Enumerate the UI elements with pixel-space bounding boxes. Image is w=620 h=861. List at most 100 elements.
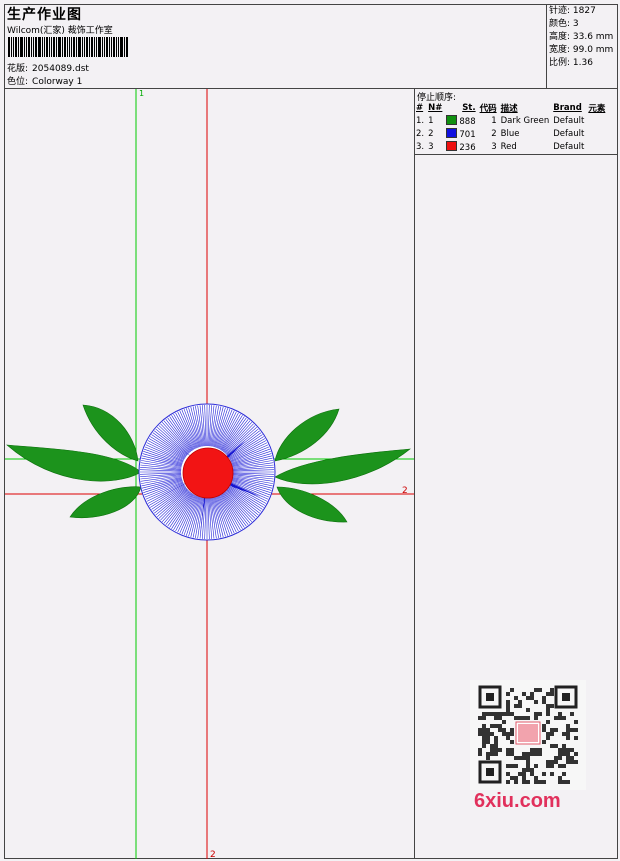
qr-module	[526, 708, 530, 712]
qr-module	[526, 768, 530, 772]
barcode-bar	[49, 37, 50, 57]
qr-module	[534, 748, 538, 752]
colorway-row: 色位: Colorway 1	[7, 74, 82, 87]
qr-module	[506, 752, 510, 756]
qr-module	[554, 744, 558, 748]
qr-module	[506, 772, 510, 776]
design-file-value: 2054089.dst	[32, 64, 89, 74]
watermark-brand: 6xiu.com	[474, 790, 561, 812]
qr-module	[538, 752, 542, 756]
barcode-bar	[126, 37, 128, 57]
leaf-low-right	[276, 486, 348, 523]
qr-module	[522, 752, 526, 756]
barcode-bar	[20, 37, 23, 57]
barcode-bar	[98, 37, 101, 57]
colorway-value: Colorway 1	[32, 77, 83, 87]
qr-module	[498, 724, 502, 728]
barcode-bar	[84, 37, 85, 57]
barcode-bar	[26, 37, 27, 57]
qr-module	[494, 724, 498, 728]
qr-module	[514, 704, 518, 708]
row-stitches: 701	[445, 127, 478, 140]
qr-module	[510, 740, 514, 744]
qr-module	[494, 716, 498, 720]
qr-module	[566, 760, 570, 764]
qr-module	[546, 764, 550, 768]
qr-module	[490, 748, 494, 752]
qr-module	[482, 728, 486, 732]
barcode-bar	[62, 37, 63, 57]
qr-module	[550, 732, 554, 736]
qr-module	[486, 732, 490, 736]
qr-module	[502, 720, 506, 724]
qr-module	[570, 760, 574, 764]
qr-module	[534, 716, 538, 720]
barcode-bar	[35, 37, 37, 57]
qr-module	[558, 716, 562, 720]
qr-module	[570, 712, 574, 716]
studio-name: Wilcom(汇家) 裁饰工作室	[7, 26, 113, 36]
qr-module	[510, 748, 514, 752]
qr-module	[558, 756, 562, 760]
color-swatch	[446, 127, 458, 138]
qr-module	[478, 732, 482, 736]
qr-module	[482, 716, 486, 720]
barcode-bar	[124, 37, 125, 57]
qr-module	[574, 760, 578, 764]
leaf-low-left	[69, 486, 142, 519]
barcode-bar	[31, 37, 32, 57]
barcode-bar	[8, 37, 10, 57]
stamp-logo-fill	[518, 724, 538, 742]
barcode-bar	[51, 37, 52, 57]
qr-module	[574, 728, 578, 732]
qr-module	[518, 772, 522, 776]
qr-module	[494, 748, 498, 752]
qr-module	[554, 760, 558, 764]
qr-module	[486, 740, 490, 744]
barcode-bar	[11, 37, 12, 57]
barcode-bar	[120, 37, 123, 57]
barcode-bar	[13, 37, 14, 57]
qr-module	[546, 720, 550, 724]
qr-module	[538, 712, 542, 716]
qr-module	[486, 728, 490, 732]
design-height: 高度: 33.6 mm	[549, 32, 614, 42]
qr-module	[558, 780, 562, 784]
barcode-bar	[71, 37, 72, 57]
qr-module	[570, 748, 574, 752]
barcode-bar	[73, 37, 75, 57]
qr-module	[534, 780, 538, 784]
qr-module	[546, 736, 550, 740]
qr-module	[490, 724, 494, 728]
barcode-bar	[104, 37, 105, 57]
qr-module	[518, 700, 522, 704]
row-needle: 2	[428, 128, 434, 139]
qr-module	[546, 712, 550, 716]
barcode-bar	[46, 37, 48, 57]
qr-module	[550, 704, 554, 708]
barcode-bar	[33, 37, 34, 57]
barcode-bar	[106, 37, 108, 57]
table-row: 1. 1 888 1 Dark Green Default	[415, 114, 608, 127]
col-index: #	[416, 102, 424, 113]
qr-module	[482, 724, 486, 728]
barcode-bar	[91, 37, 93, 57]
qr-module	[490, 732, 494, 736]
qr-module	[566, 732, 570, 736]
qr-module	[522, 780, 526, 784]
qr-module	[562, 764, 566, 768]
embroidery-design-canvas: 1 2 2	[5, 89, 414, 859]
qr-module	[566, 736, 570, 740]
qr-module	[542, 740, 546, 744]
qr-code-watermark	[470, 680, 586, 790]
col-brand: Brand	[553, 102, 582, 113]
qr-module	[550, 760, 554, 764]
qr-module	[522, 772, 526, 776]
qr-module	[522, 768, 526, 772]
qr-module	[526, 752, 530, 756]
qr-module	[482, 740, 486, 744]
qr-module	[514, 764, 518, 768]
qr-module	[478, 728, 482, 732]
stats-divider	[546, 4, 547, 88]
qr-module	[518, 704, 522, 708]
